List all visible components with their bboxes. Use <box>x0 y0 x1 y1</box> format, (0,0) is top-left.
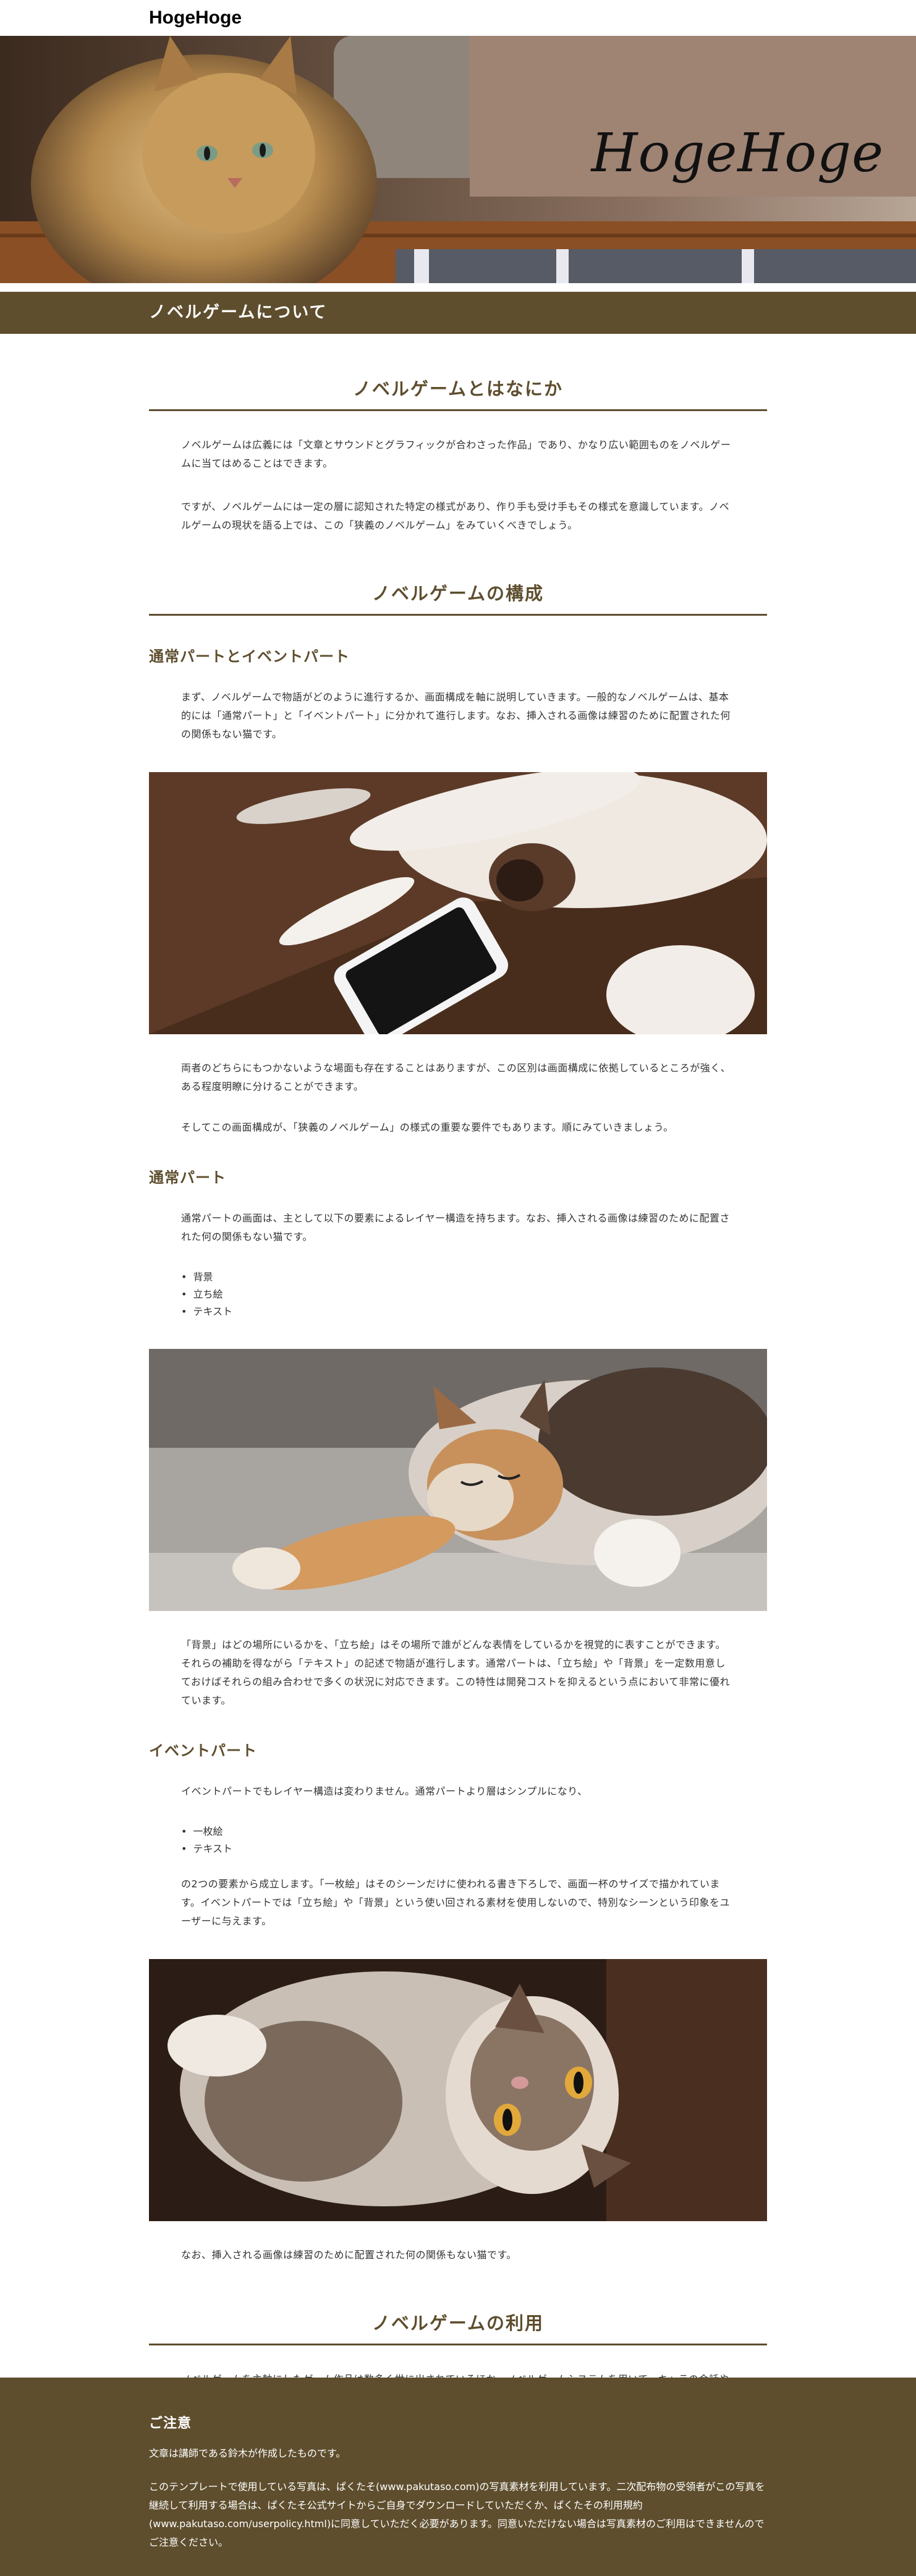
list-item: 一枚絵 <box>181 1823 767 1840</box>
photo-sleeping-cat <box>149 1349 767 1611</box>
list-item: 立ち絵 <box>181 1286 767 1303</box>
list-item: テキスト <box>181 1303 767 1320</box>
paragraph: 通常パートの画面は、主として以下の要素によるレイヤー構造を持ちます。なお、挿入さ… <box>181 1212 730 1243</box>
footer-text: 文章は講師である鈴木が作成したものです。 <box>149 2447 346 2459</box>
photo-cat-with-phone <box>149 772 767 1034</box>
cat-with-phone-image <box>149 772 767 1034</box>
paragraph: 「背景」はどの場所にいるかを、「立ち絵」はその場所で誰がどんな表情をしているかを… <box>181 1639 730 1706</box>
subsection-title-normal-and-event: 通常パートとイベントパート <box>149 648 350 665</box>
main-content: ノベルゲームとはなにか ノベルゲームは広義には「文章とサウンドとグラフィックが合… <box>149 375 767 2407</box>
subsection-title-normal-part: 通常パート <box>149 1169 226 1186</box>
page-title-band: ノベルゲームについて <box>0 292 916 334</box>
page-title: ノベルゲームについて <box>149 303 328 322</box>
sleeping-cat-image <box>149 1349 767 1611</box>
section-title-structure: ノベルゲームの構成 <box>149 579 767 616</box>
site-footer: ご注意 文章は講師である鈴木が作成したものです。 このテンプレートで使用している… <box>0 2378 916 2576</box>
hero-title: HogeHoge <box>591 122 884 184</box>
event-part-layer-list: 一枚絵 テキスト <box>149 1823 767 1858</box>
paragraph: まず、ノベルゲームで物語がどのように進行するか、画面構成を軸に説明していきます。… <box>181 691 731 740</box>
footer-heading: ご注意 <box>149 2416 192 2431</box>
section-title-what-is: ノベルゲームとはなにか <box>149 375 767 411</box>
upside-down-cat-image <box>149 1959 767 2221</box>
paragraph: ですが、ノベルゲームには一定の層に認知された特定の様式があり、作り手も受け手もそ… <box>181 501 730 531</box>
paragraph: イベントパートでもレイヤー構造は変わりません。通常パートより層はシンプルになり、 <box>181 1785 588 1797</box>
photo-upside-down-cat <box>149 1959 767 2221</box>
list-item: 背景 <box>181 1269 767 1286</box>
site-logo[interactable]: HogeHoge <box>149 7 767 28</box>
normal-part-layer-list: 背景 立ち絵 テキスト <box>149 1269 767 1320</box>
paragraph: そしてこの画面構成が、「狭義のノベルゲーム」の様式の重要な要件でもあります。順に… <box>181 1121 674 1133</box>
section-title-usage: ノベルゲームの利用 <box>149 2309 767 2345</box>
hero-banner: HogeHoge <box>0 36 916 283</box>
subsection-title-event-part: イベントパート <box>149 1742 257 1759</box>
list-item: テキスト <box>181 1840 767 1858</box>
paragraph: ノベルゲームは広義には「文章とサウンドとグラフィックが合わさった作品」であり、か… <box>181 439 731 469</box>
paragraph: 両者のどちらにもつかないような場面も存在することはありますが、この区別は画面構成… <box>181 1062 731 1092</box>
paragraph: の2つの要素から成立します。「一枚絵」はそのシーンだけに使われる書き下ろしで、画… <box>181 1878 730 1927</box>
paragraph: なお、挿入される画像は練習のために配置された何の関係もない猫です。 <box>181 2249 517 2261</box>
footer-notice: このテンプレートで使用している写真は、ぱくたそ(www.pakutaso.com… <box>149 2481 765 2548</box>
